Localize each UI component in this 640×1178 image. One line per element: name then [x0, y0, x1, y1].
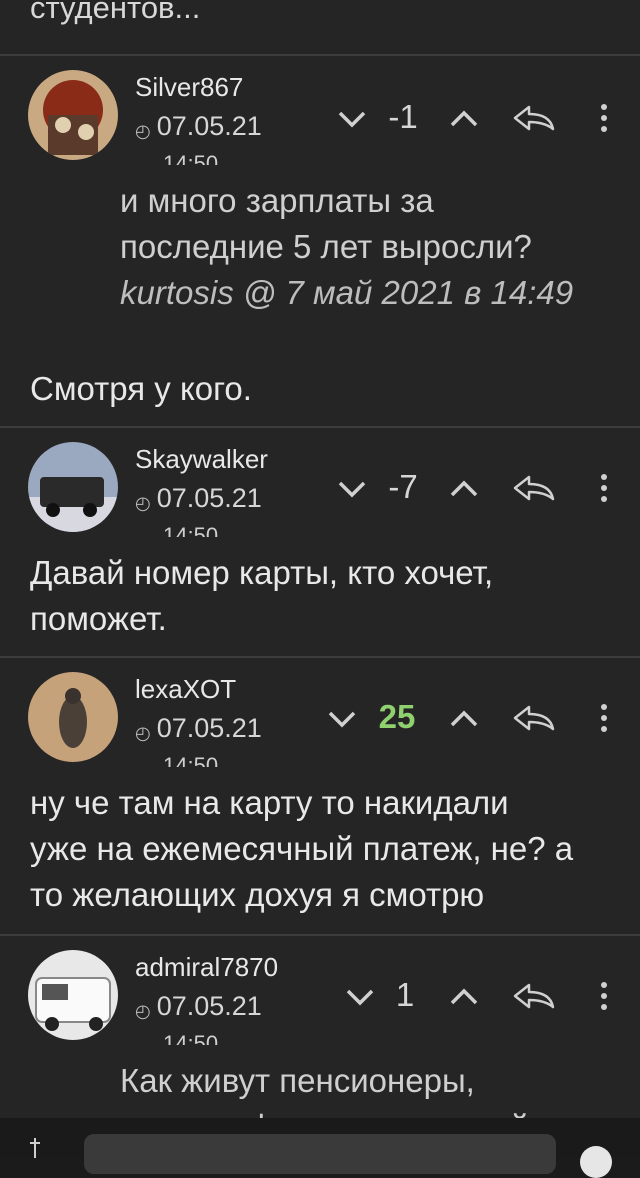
reply-arrow-icon [513, 105, 555, 131]
vote-down-button[interactable] [324, 704, 360, 734]
comment-admiral7870: admiral7870 ◴ 07.05.21 14:50 1 Как живут … [0, 934, 640, 1120]
comment-time: 14:50 [163, 753, 219, 767]
comment-time: 14:50 [163, 523, 219, 537]
more-vertical-icon [601, 104, 607, 132]
chevron-up-icon [450, 110, 478, 127]
comment-score: 1 [395, 976, 415, 1013]
comment-text: ну че там на карту то накидали уже на еж… [30, 784, 574, 913]
vote-up-button[interactable] [446, 982, 482, 1012]
previous-comment-text: студентов... [30, 0, 201, 25]
comment-text: Как живут пенсионеры, сколько фруктов и … [120, 1062, 529, 1120]
vote-up-button[interactable] [446, 704, 482, 734]
reply-button[interactable] [510, 978, 558, 1014]
more-options-button[interactable] [594, 978, 614, 1014]
reply-arrow-icon [513, 705, 555, 731]
more-vertical-icon [601, 474, 607, 502]
vote-up-button[interactable] [446, 104, 482, 134]
add-attachment-icon-vertical[interactable] [34, 1138, 36, 1158]
vote-down-button[interactable] [342, 982, 378, 1012]
reply-button[interactable] [510, 100, 558, 136]
quote-author-link[interactable]: kurtosis [120, 274, 234, 311]
username[interactable]: admiral7870 [135, 952, 278, 983]
reply-button[interactable] [510, 700, 558, 736]
comment-date: ◴ 07.05.21 [135, 111, 262, 141]
send-button[interactable] [580, 1146, 612, 1178]
comment-date: ◴ 07.05.21 [135, 483, 262, 513]
username[interactable]: Skaywalker [135, 444, 268, 475]
more-options-button[interactable] [594, 100, 614, 136]
comment-date: ◴ 07.05.21 [135, 713, 262, 743]
avatar[interactable] [28, 950, 118, 1040]
quoted-text: и много зарплаты за последние 5 лет выро… [120, 182, 574, 311]
chevron-down-icon [346, 989, 374, 1006]
comment-date: ◴ 07.05.21 [135, 991, 262, 1021]
comment-input[interactable] [84, 1134, 556, 1174]
clock-icon: ◴ [135, 121, 151, 141]
comment-silver867: Silver867 ◴ 07.05.21 14:50 -1 и много зар… [0, 54, 640, 428]
chevron-up-icon [450, 988, 478, 1005]
reply-button[interactable] [510, 470, 558, 506]
reply-arrow-icon [513, 983, 555, 1009]
chevron-down-icon [338, 111, 366, 128]
previous-comment-fragment: студентов... [0, 0, 640, 54]
comment-score: 25 [378, 698, 416, 735]
vote-down-button[interactable] [334, 104, 370, 134]
avatar[interactable] [28, 70, 118, 160]
clock-icon: ◴ [135, 1001, 151, 1021]
avatar[interactable] [28, 442, 118, 532]
comment-time: 14:50 [163, 1031, 219, 1045]
more-vertical-icon [601, 704, 607, 732]
comment-score: -1 [388, 98, 418, 135]
clock-icon: ◴ [135, 493, 151, 513]
comment-lexaxot: lexaXOT ◴ 07.05.21 14:50 25 ну че там на … [0, 656, 640, 936]
chevron-down-icon [338, 481, 366, 498]
clock-icon: ◴ [135, 723, 151, 743]
vote-up-button[interactable] [446, 474, 482, 504]
chevron-up-icon [450, 710, 478, 727]
comment-text: Давай номер карты, кто хочет, поможет. [30, 554, 494, 637]
username[interactable]: lexaXOT [135, 674, 236, 705]
reply-arrow-icon [513, 475, 555, 501]
vote-down-button[interactable] [334, 474, 370, 504]
chevron-down-icon [328, 711, 356, 728]
comment-text: Смотря у кого. [30, 370, 252, 407]
more-options-button[interactable] [594, 470, 614, 506]
avatar[interactable] [28, 672, 118, 762]
comment-skaywalker: Skaywalker ◴ 07.05.21 14:50 -7 Давай номе… [0, 426, 640, 658]
username[interactable]: Silver867 [135, 72, 243, 103]
more-options-button[interactable] [594, 700, 614, 736]
chevron-up-icon [450, 480, 478, 497]
comment-time: 14:50 [163, 151, 219, 165]
more-vertical-icon [601, 982, 607, 1010]
comment-score: -7 [388, 468, 418, 505]
